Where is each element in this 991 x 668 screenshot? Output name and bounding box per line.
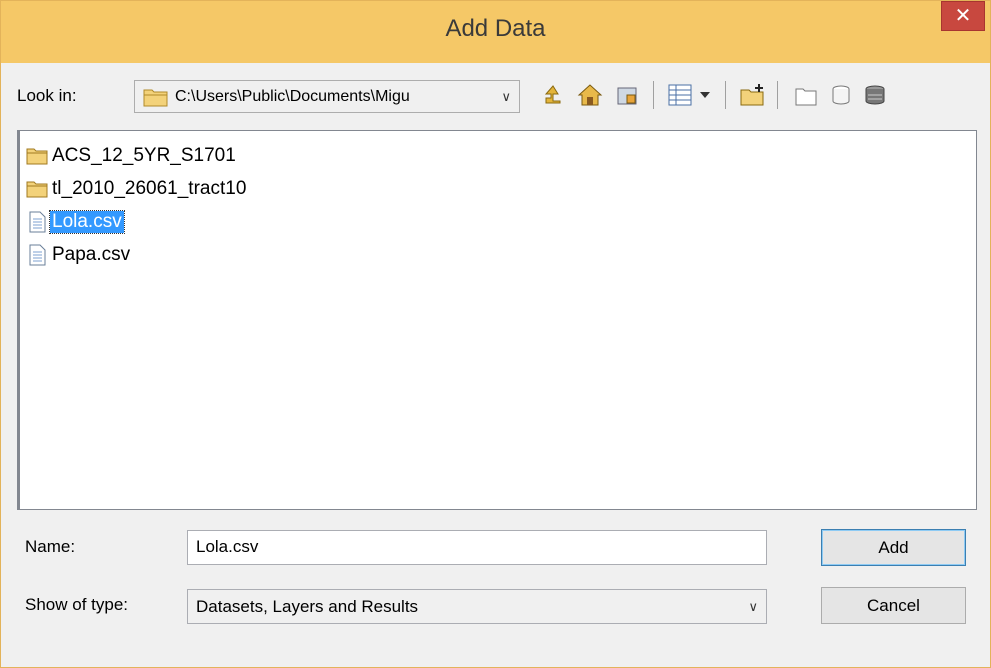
- name-label: Name:: [25, 537, 76, 556]
- look-in-path: C:\Users\Public\Documents\Migu: [175, 87, 410, 105]
- file-name: ACS_12_5YR_S1701: [52, 145, 236, 166]
- cancel-button[interactable]: Cancel: [821, 587, 966, 624]
- new-feature-class-icon[interactable]: [861, 81, 889, 109]
- chevron-down-icon[interactable]: ∨: [748, 599, 758, 615]
- chevron-down-icon[interactable]: ∨: [501, 89, 511, 105]
- list-item-file-selected[interactable]: Lola.csv: [26, 208, 125, 236]
- list-item-folder[interactable]: ACS_12_5YR_S1701: [26, 142, 238, 170]
- dialog-body: Look in: C:\Users\Public\Documents\Migu …: [1, 63, 990, 667]
- new-folder-icon[interactable]: [739, 81, 767, 109]
- dialog-title: Add Data: [445, 15, 546, 42]
- add-button[interactable]: Add: [821, 529, 966, 566]
- folder-icon: [26, 148, 48, 165]
- text-file-icon: [29, 211, 46, 233]
- new-shapefile-icon[interactable]: [792, 81, 820, 109]
- show-of-type-value: Datasets, Layers and Results: [196, 596, 419, 616]
- look-in-dropdown[interactable]: C:\Users\Public\Documents\Migu ∨: [134, 80, 520, 113]
- file-list[interactable]: ACS_12_5YR_S1701 tl_2010_26061_tract10 L…: [17, 130, 977, 510]
- name-input[interactable]: Lola.csv: [187, 530, 767, 565]
- folder-icon: [26, 181, 48, 198]
- view-dropdown-icon[interactable]: [696, 81, 714, 109]
- file-name: Papa.csv: [52, 244, 131, 265]
- close-button[interactable]: ✕: [941, 1, 985, 31]
- look-in-label: Look in:: [17, 86, 77, 105]
- file-name: Lola.csv: [49, 210, 125, 234]
- list-item-folder[interactable]: tl_2010_26061_tract10: [26, 175, 248, 203]
- folder-icon: [143, 89, 168, 106]
- home-icon[interactable]: [576, 81, 604, 109]
- toolbar-separator: [777, 81, 778, 109]
- show-of-type-label: Show of type:: [25, 595, 129, 614]
- add-data-dialog: Add Data ✕ Look in: C:\Users\Public\Docu…: [0, 0, 991, 668]
- text-file-icon: [29, 244, 46, 266]
- file-name: tl_2010_26061_tract10: [52, 178, 247, 199]
- view-details-icon[interactable]: [666, 81, 694, 109]
- list-item-file[interactable]: Papa.csv: [26, 241, 132, 269]
- toolbar-separator: [653, 81, 654, 109]
- up-one-level-icon[interactable]: [539, 81, 567, 109]
- new-database-icon[interactable]: [827, 81, 855, 109]
- show-of-type-dropdown[interactable]: Datasets, Layers and Results ∨: [187, 589, 767, 624]
- toolbar-separator: [725, 81, 726, 109]
- connect-folder-icon[interactable]: [614, 81, 642, 109]
- title-bar[interactable]: Add Data ✕: [1, 1, 990, 63]
